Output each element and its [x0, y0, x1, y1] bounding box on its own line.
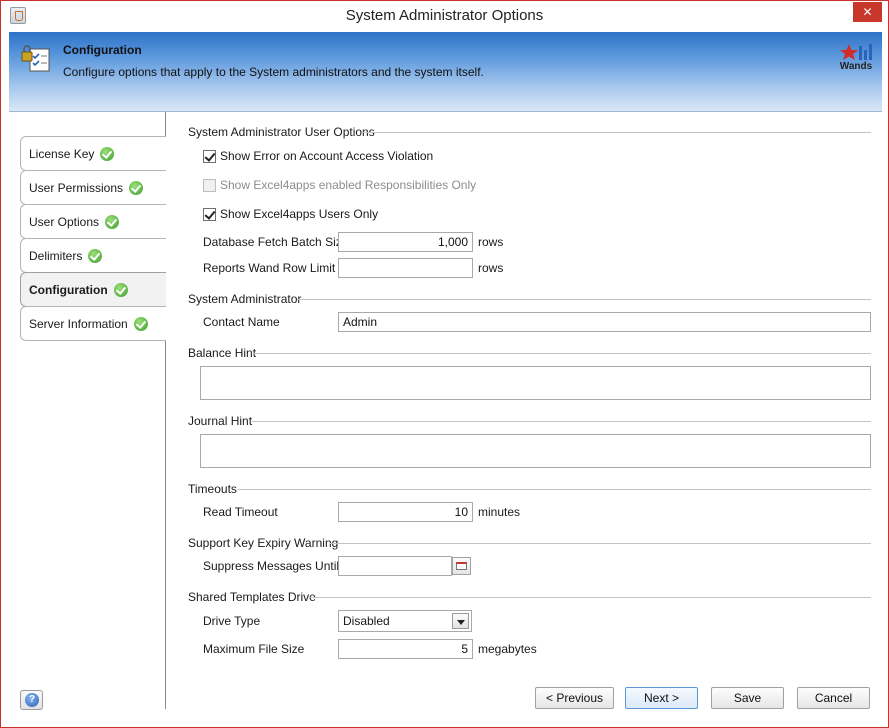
save-button[interactable]: Save [711, 687, 784, 709]
fetch-batch-unit: rows [478, 235, 504, 249]
help-icon: ? [25, 693, 39, 707]
drive-type-value: Disabled [343, 614, 390, 628]
check-icon [105, 215, 120, 229]
section-divider [297, 299, 871, 300]
nav-label: User Options [29, 215, 100, 229]
show-responsibilities-checkbox [203, 179, 216, 192]
nav-item-license-key[interactable]: License Key [20, 136, 166, 171]
drive-type-label: Drive Type [203, 614, 261, 628]
max-file-size-unit: megabytes [478, 642, 537, 656]
show-users-label: Show Excel4apps Users Only [220, 207, 379, 221]
section-system-admin-title: System Administrator [188, 292, 302, 306]
section-journal-hint-title: Journal Hint [188, 414, 253, 428]
nav-label: Delimiters [29, 249, 83, 263]
contact-name-input[interactable]: Admin [338, 312, 871, 332]
max-file-size-input[interactable]: 5 [338, 639, 473, 659]
nav-label: License Key [29, 147, 95, 161]
read-timeout-input[interactable]: 10 [338, 502, 473, 522]
max-file-size-label: Maximum File Size [203, 642, 305, 656]
chevron-down-icon[interactable] [452, 613, 469, 629]
help-button[interactable]: ? [20, 690, 43, 710]
dialog-window: System Administrator Options ✕ Configura… [0, 0, 889, 728]
cancel-button[interactable]: Cancel [797, 687, 870, 709]
checklist-lock-icon [21, 45, 50, 72]
fetch-batch-input[interactable]: 1,000 [338, 232, 473, 252]
nav-label: User Permissions [29, 181, 124, 195]
date-picker-button[interactable] [452, 557, 471, 575]
nav-label: Server Information [29, 317, 128, 331]
section-divider [363, 132, 871, 133]
calendar-icon [456, 562, 467, 570]
suppress-messages-input[interactable] [338, 556, 452, 576]
check-icon [100, 147, 115, 161]
window-title: System Administrator Options [345, 7, 544, 24]
show-error-checkbox[interactable] [203, 150, 216, 163]
banner-description: Configure options that apply to the Syst… [63, 65, 484, 79]
section-divider [252, 421, 871, 422]
section-user-options-title: System Administrator User Options [188, 125, 375, 139]
wands-logo-text: Wands [839, 61, 873, 72]
nav-label: Configuration [29, 283, 108, 297]
check-icon [133, 317, 148, 331]
show-error-label: Show Error on Account Access Violation [220, 149, 434, 163]
section-balance-hint-title: Balance Hint [188, 346, 257, 360]
check-icon [129, 181, 144, 195]
header-banner: Configuration Configure options that app… [9, 32, 882, 112]
nav-item-server-information[interactable]: Server Information [20, 306, 166, 341]
drive-type-select[interactable]: Disabled [338, 610, 472, 632]
fetch-batch-label: Database Fetch Batch Size [203, 235, 349, 249]
section-support-key-title: Support Key Expiry Warning [188, 536, 339, 550]
previous-button[interactable]: < Previous [535, 687, 614, 709]
check-icon [113, 283, 128, 297]
section-divider [254, 353, 871, 354]
section-divider [238, 489, 871, 490]
banner-title: Configuration [63, 43, 142, 57]
balance-hint-textarea[interactable] [200, 366, 871, 400]
read-timeout-unit: minutes [478, 505, 521, 519]
contact-name-label: Contact Name [203, 315, 280, 329]
section-shared-templates-title: Shared Templates Drive [188, 590, 316, 604]
suppress-messages-label: Suppress Messages Until [203, 559, 340, 573]
read-timeout-label: Read Timeout [203, 505, 278, 519]
close-button[interactable]: ✕ [853, 2, 882, 22]
nav-item-user-options[interactable]: User Options [20, 204, 166, 239]
show-users-checkbox[interactable] [203, 208, 216, 221]
section-divider [310, 597, 871, 598]
nav-item-user-permissions[interactable]: User Permissions [20, 170, 166, 205]
nav-item-delimiters[interactable]: Delimiters [20, 238, 166, 273]
row-limit-input[interactable] [338, 258, 473, 278]
section-timeouts-title: Timeouts [188, 482, 237, 496]
section-divider [330, 543, 871, 544]
nav-item-configuration[interactable]: Configuration [20, 272, 166, 307]
nav-panel: License Key User Permissions User Option… [9, 112, 166, 709]
row-limit-label: Reports Wand Row Limit [203, 261, 336, 275]
show-responsibilities-label: Show Excel4apps enabled Responsibilities… [220, 178, 477, 192]
journal-hint-textarea[interactable] [200, 434, 871, 468]
title-bar: System Administrator Options ✕ [1, 1, 888, 32]
next-button[interactable]: Next > [625, 687, 698, 709]
row-limit-unit: rows [478, 261, 504, 275]
check-icon [88, 249, 103, 263]
